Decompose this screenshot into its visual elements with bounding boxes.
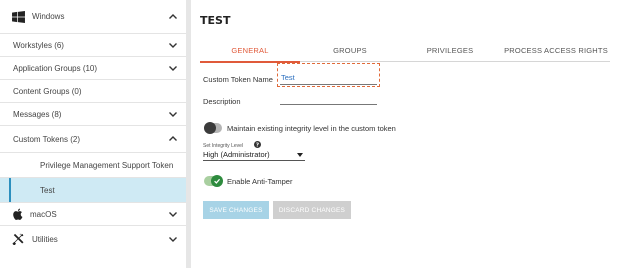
- sidebar-item-utilities-label: Utilities: [32, 234, 58, 244]
- tab-process-access-rights[interactable]: PROCESS ACCESS RIGHTS: [500, 38, 612, 62]
- tools-icon: [12, 233, 24, 245]
- chevron-down-icon[interactable]: [168, 209, 178, 219]
- sidebar-item-macos-label: macOS: [30, 209, 57, 219]
- svg-text:?: ?: [256, 143, 259, 148]
- sidebar: Windows Workstyles (6) Application Group…: [0, 0, 186, 268]
- sidebar-item-macos[interactable]: macOS: [0, 203, 186, 226]
- sidebar-item-label: Privilege Management Support Token: [40, 160, 174, 170]
- selection-indicator: [9, 178, 11, 202]
- sidebar-item-test[interactable]: Test: [0, 178, 186, 203]
- maintain-integrity-toggle[interactable]: [204, 122, 222, 134]
- maintain-integrity-label: Maintain existing integrity level in the…: [227, 124, 396, 133]
- tab-general[interactable]: GENERAL: [200, 38, 300, 63]
- chevron-up-icon[interactable]: [168, 134, 178, 144]
- integrity-level-value: High (Administrator): [203, 150, 270, 159]
- sidebar-item-utilities[interactable]: Utilities: [0, 226, 186, 252]
- sidebar-item-custom-tokens[interactable]: Custom Tokens (2): [0, 126, 186, 153]
- chevron-up-icon[interactable]: [168, 12, 178, 22]
- chevron-down-icon[interactable]: [168, 234, 178, 244]
- discard-changes-button[interactable]: DISCARD CHANGES: [273, 201, 351, 219]
- anti-tamper-label: Enable Anti-Tamper: [227, 177, 293, 186]
- caret-down-icon: [297, 153, 303, 157]
- integrity-level-select[interactable]: High (Administrator): [203, 149, 305, 161]
- checkmark-icon: [214, 178, 221, 184]
- anti-tamper-toggle[interactable]: [204, 175, 223, 187]
- chevron-down-icon[interactable]: [168, 40, 178, 50]
- windows-logo-icon: [12, 10, 25, 23]
- toggle-knob: [204, 122, 216, 134]
- sidebar-item-windows-label: Windows: [32, 12, 65, 21]
- apple-logo-icon: [13, 208, 23, 220]
- description-label: Description: [203, 97, 241, 106]
- help-icon[interactable]: ?: [254, 141, 261, 148]
- custom-token-name-input[interactable]: [280, 71, 377, 85]
- page-title: TEST: [200, 14, 231, 27]
- sidebar-item-windows[interactable]: Windows: [0, 0, 186, 34]
- custom-token-name-label: Custom Token Name: [203, 75, 273, 84]
- tab-groups[interactable]: GROUPS: [300, 38, 400, 62]
- save-changes-button[interactable]: SAVE CHANGES: [203, 201, 269, 219]
- sidebar-item-label: Custom Tokens (2): [13, 134, 80, 144]
- sidebar-item-privilege-management-support-token[interactable]: Privilege Management Support Token: [0, 153, 186, 178]
- sidebar-item-workstyles[interactable]: Workstyles (6): [0, 34, 186, 57]
- description-input[interactable]: [280, 91, 377, 105]
- chevron-down-icon[interactable]: [168, 109, 178, 119]
- sidebar-item-messages[interactable]: Messages (8): [0, 103, 186, 126]
- sidebar-item-label: Workstyles (6): [13, 40, 64, 50]
- chevron-down-icon[interactable]: [168, 63, 178, 73]
- sidebar-item-label: Test: [40, 185, 55, 195]
- sidebar-item-label: Application Groups (10): [13, 63, 98, 73]
- main-panel: TEST GENERAL GROUPS PRIVILEGES PROCESS A…: [191, 0, 622, 268]
- toggle-knob: [211, 175, 223, 187]
- tab-bar: GENERAL GROUPS PRIVILEGES PROCESS ACCESS…: [200, 38, 612, 63]
- sidebar-item-application-groups[interactable]: Application Groups (10): [0, 57, 186, 80]
- tab-privileges[interactable]: PRIVILEGES: [400, 38, 500, 62]
- sidebar-item-label: Content Groups (0): [13, 86, 82, 96]
- sidebar-item-label: Messages (8): [13, 109, 62, 119]
- sidebar-item-content-groups[interactable]: Content Groups (0): [0, 80, 186, 103]
